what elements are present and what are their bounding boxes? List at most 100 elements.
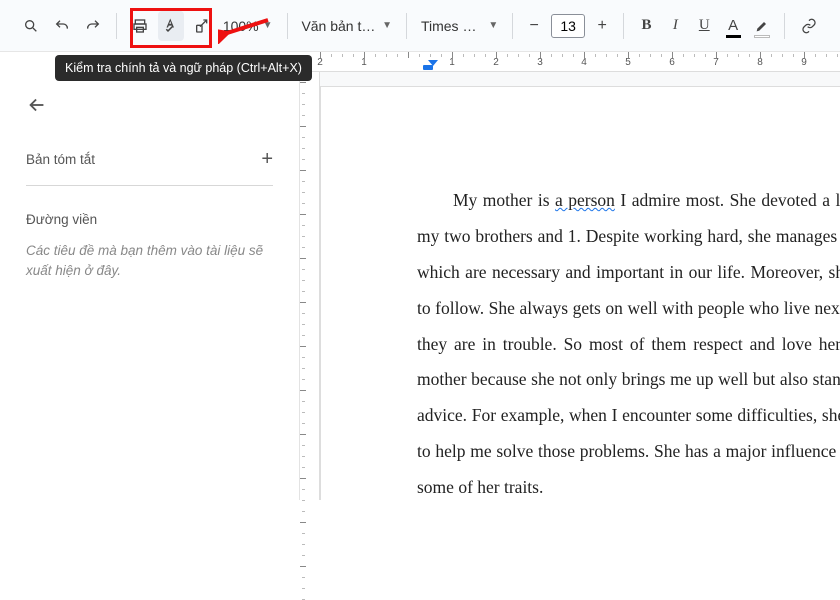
ruler-tick-minor — [302, 291, 305, 292]
ruler-tick-minor — [302, 247, 305, 248]
add-summary-button[interactable]: + — [261, 148, 273, 171]
ruler-number: 1 — [361, 57, 367, 68]
styles-label: Văn bản t… — [301, 18, 376, 34]
ruler-tick-minor — [617, 54, 618, 57]
ruler-tick-minor — [771, 54, 772, 57]
ruler-tick — [300, 566, 306, 567]
horizontal-ruler[interactable]: 211234567891011 — [300, 52, 840, 72]
tooltip: Kiểm tra chính tả và ngữ pháp (Ctrl+Alt+… — [55, 55, 312, 81]
document-text[interactable]: My mother is a person I admire most. She… — [417, 183, 840, 500]
ruler-tick-minor — [815, 54, 816, 57]
ruler-tick-minor — [419, 54, 420, 57]
outline-hint: Các tiêu đề mà bạn thêm vào tài liệu sẽ … — [26, 241, 273, 282]
grammar-suggestion[interactable]: a person — [555, 190, 615, 210]
ruler-tick-minor — [302, 115, 305, 116]
ruler-tick-minor — [705, 54, 706, 57]
document-page[interactable]: My mother is a person I admire most. She… — [320, 86, 840, 500]
chevron-down-icon: ▼ — [263, 20, 273, 31]
ruler-number: 2 — [317, 57, 323, 68]
increase-font-button[interactable]: + — [591, 15, 613, 37]
summary-row: Bản tóm tắt + — [26, 148, 273, 186]
ruler-tick-minor — [302, 445, 305, 446]
underline-button[interactable]: U — [692, 12, 717, 40]
ruler-tick-minor — [302, 379, 305, 380]
ruler-number: 1 — [449, 57, 455, 68]
summary-title: Bản tóm tắt — [26, 152, 95, 167]
ruler-tick-minor — [738, 54, 739, 57]
left-indent-marker[interactable] — [423, 65, 433, 70]
ruler-tick-minor — [302, 280, 305, 281]
ruler-tick-minor — [606, 54, 607, 57]
highlight-button[interactable] — [750, 12, 775, 40]
undo-button[interactable] — [49, 11, 76, 41]
highlight-bar — [754, 35, 771, 38]
chevron-down-icon: ▼ — [488, 20, 498, 31]
ruler-tick-minor — [302, 269, 305, 270]
color-bar — [726, 35, 741, 38]
ruler-tick-minor — [302, 236, 305, 237]
ruler-number: 9 — [801, 57, 807, 68]
ruler-tick-minor — [302, 203, 305, 204]
spellcheck-icon — [162, 17, 180, 35]
font-size-group: − 13 + — [523, 14, 613, 38]
ruler-number: 2 — [493, 57, 499, 68]
text-color-button[interactable]: A — [721, 12, 746, 40]
ruler-tick-minor — [302, 456, 305, 457]
redo-button[interactable] — [79, 11, 106, 41]
outline-panel: Bản tóm tắt + Đường viền Các tiêu đề mà … — [0, 72, 300, 500]
highlighter-icon — [754, 18, 770, 34]
ruler-tick-minor — [683, 54, 684, 57]
ruler-tick-minor — [573, 54, 574, 57]
ruler-number: 4 — [581, 57, 587, 68]
ruler-tick-minor — [551, 54, 552, 57]
ruler-tick-minor — [661, 54, 662, 57]
vertical-ruler[interactable] — [300, 72, 320, 500]
outline-section-title: Đường viền — [26, 212, 273, 227]
ruler-tick-minor — [302, 401, 305, 402]
arrow-left-icon — [26, 94, 48, 116]
ruler-tick-minor — [302, 181, 305, 182]
ruler-tick-minor — [694, 54, 695, 57]
ruler-tick — [300, 478, 306, 479]
italic-button[interactable]: I — [663, 12, 688, 40]
font-size-input[interactable]: 13 — [551, 14, 585, 38]
paint-format-icon — [194, 18, 210, 34]
ruler-tick — [300, 522, 306, 523]
ruler-tick-minor — [302, 467, 305, 468]
back-button[interactable] — [26, 94, 48, 122]
ruler-tick-minor — [302, 412, 305, 413]
bold-button[interactable]: B — [634, 12, 659, 40]
ruler-number: 5 — [625, 57, 631, 68]
ruler-tick — [300, 214, 306, 215]
ruler-number: 7 — [713, 57, 719, 68]
font-dropdown[interactable]: Times … ▼ — [417, 18, 502, 34]
ruler-tick — [300, 170, 306, 171]
zoom-value: 100% — [223, 18, 259, 34]
zoom-dropdown[interactable]: 100% ▼ — [219, 18, 277, 34]
paint-format-button[interactable] — [188, 11, 215, 41]
ruler-tick-minor — [302, 104, 305, 105]
spellcheck-button[interactable] — [158, 11, 185, 41]
styles-dropdown[interactable]: Văn bản t… ▼ — [297, 18, 396, 34]
search-button[interactable] — [18, 11, 45, 41]
separator — [512, 13, 513, 39]
link-icon — [801, 18, 817, 34]
print-button[interactable] — [127, 11, 154, 41]
ruler-tick — [300, 302, 306, 303]
ruler-tick-minor — [595, 54, 596, 57]
ruler-number: 8 — [757, 57, 763, 68]
ruler-tick-minor — [331, 54, 332, 57]
decrease-font-button[interactable]: − — [523, 15, 545, 37]
insert-link-button[interactable] — [795, 11, 822, 41]
ruler-tick-minor — [650, 54, 651, 57]
ruler-tick — [300, 258, 306, 259]
ruler-tick-minor — [302, 148, 305, 149]
ruler-tick — [408, 52, 409, 58]
ruler-tick-minor — [302, 225, 305, 226]
ruler-tick-minor — [507, 54, 508, 57]
separator — [784, 13, 785, 39]
ruler-tick-minor — [302, 500, 305, 501]
ruler-tick-minor — [302, 588, 305, 589]
ruler-tick-minor — [302, 324, 305, 325]
search-icon — [23, 18, 39, 34]
